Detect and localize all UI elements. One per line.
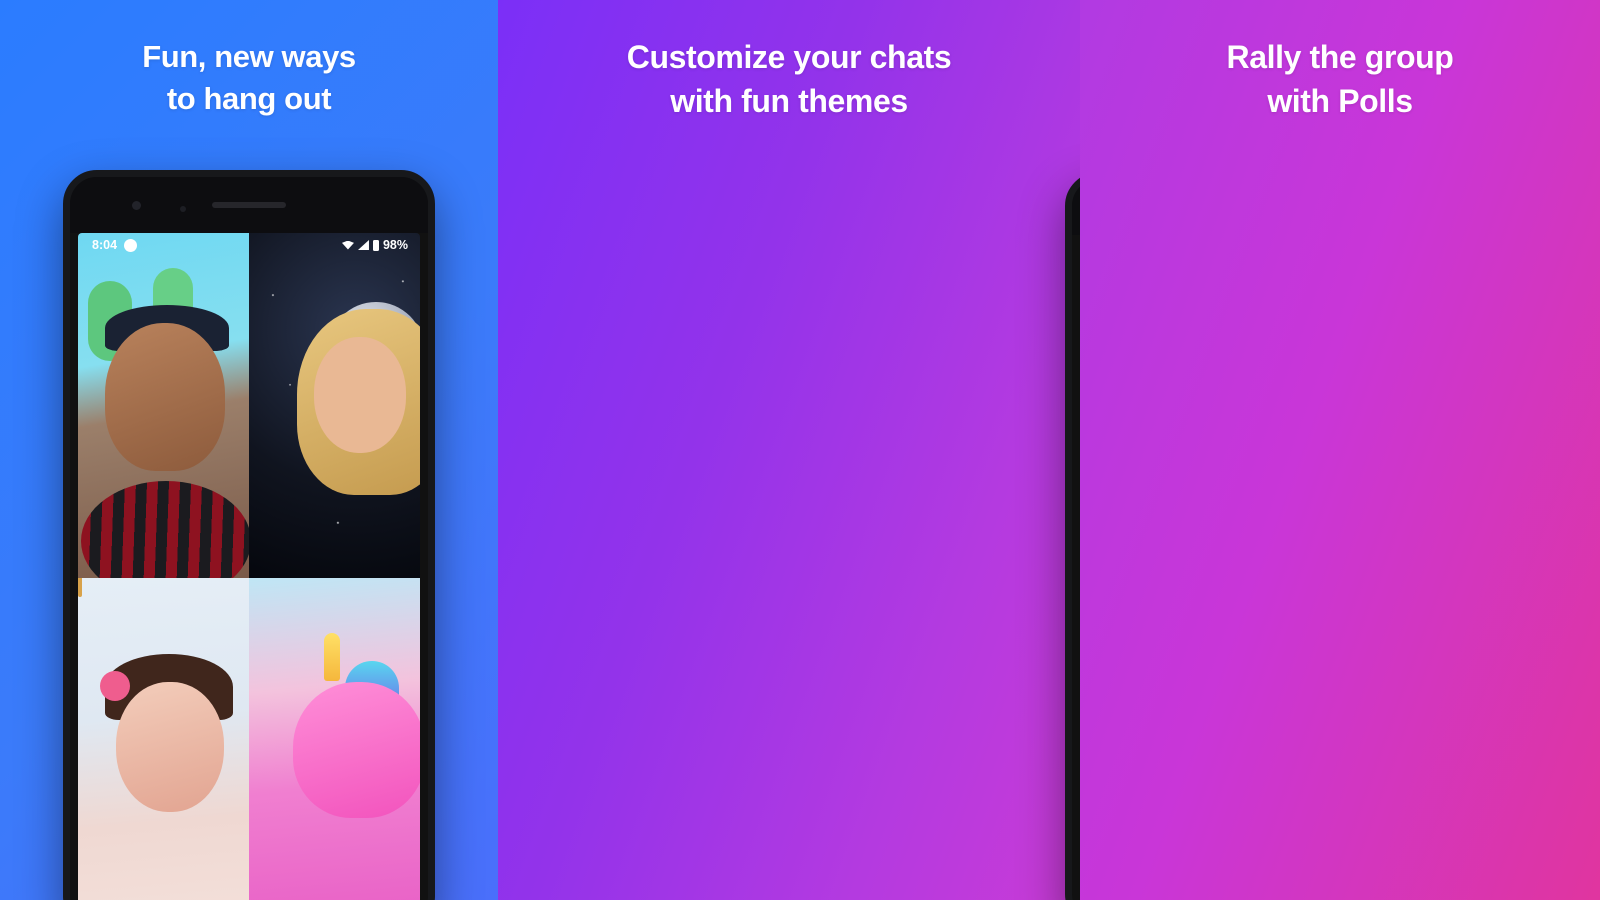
headline-line-1: Customize your chats [626, 39, 952, 75]
phone-screen-video-call: 8:04 98% [78, 233, 420, 900]
glasses-filter [78, 578, 82, 597]
earpiece-speaker [212, 202, 286, 208]
panel-2-headline: Customize your chats with fun themes [498, 36, 1080, 123]
battery-percent: 98% [382, 238, 408, 252]
battery-icon [372, 239, 379, 251]
sensor-icon [180, 206, 186, 212]
unicorn-face-filter [293, 681, 420, 818]
volume-button[interactable] [434, 352, 435, 404]
signal-icon [357, 240, 369, 250]
video-tile-space-moon[interactable] [249, 233, 420, 578]
headline-line-1: Fun, new ways [142, 39, 356, 74]
headline-line-2: to hang out [166, 81, 332, 117]
participant-shirt [81, 481, 249, 578]
participant-face [313, 336, 406, 453]
video-call-grid [78, 233, 420, 900]
headline-line-2: with Polls [1267, 82, 1413, 119]
front-camera-icon [132, 201, 141, 210]
status-bar: 8:04 98% [78, 233, 420, 256]
phone-notch [1072, 179, 1080, 235]
status-time: 8:04 [92, 238, 118, 252]
panel-3-headline: Rally the group with Polls [1080, 36, 1600, 123]
video-tile-flower-glasses[interactable] [78, 578, 249, 900]
phone-notch [70, 177, 428, 233]
participant-face [115, 681, 224, 812]
phone-mockup-chat: 8:04 98% ← Tour Crew Active [1065, 172, 1080, 900]
wifi-icon [341, 240, 354, 250]
panel-polls: Rally the group with Polls 8:04 [1080, 0, 1600, 900]
video-tile-balloon-hat[interactable] [78, 233, 249, 578]
video-tile-unicorn[interactable] [249, 578, 420, 900]
panel-chat-themes: Customize your chats with fun themes 8:0… [498, 0, 1080, 900]
power-button[interactable] [434, 432, 435, 518]
panel-1-headline: Fun, new ways to hang out [0, 36, 498, 120]
participant-face [105, 322, 226, 471]
unicorn-horn [324, 633, 341, 682]
panel-fun-ways: Fun, new ways to hang out 8:04 98% [0, 0, 498, 900]
phone-mockup-video-call: 8:04 98% [63, 170, 435, 900]
messenger-icon [124, 238, 138, 252]
headline-line-2: with fun themes [670, 82, 908, 119]
headline-line-1: Rally the group [1226, 39, 1454, 75]
